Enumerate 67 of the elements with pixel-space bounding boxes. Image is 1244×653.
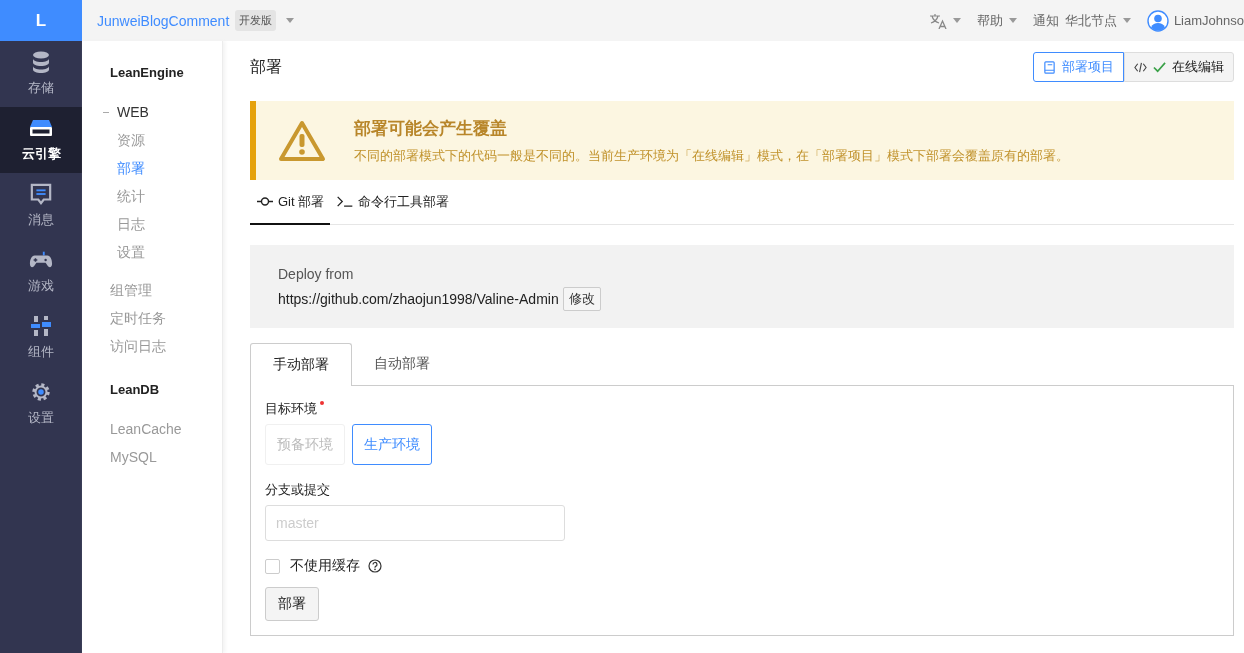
logo[interactable]: L: [0, 0, 82, 41]
nav-item[interactable]: 统计: [110, 182, 222, 210]
rail-label: 存储: [28, 79, 54, 97]
caret-icon[interactable]: [286, 18, 295, 23]
code-icon: [1134, 60, 1147, 74]
environment-option[interactable]: 生产环境: [352, 424, 432, 465]
nav-item[interactable]: LeanCache: [110, 415, 222, 443]
caret-icon[interactable]: [1122, 18, 1131, 23]
top-menu-item[interactable]: 帮助: [976, 11, 1003, 30]
checkbox-label: 不使用缓存: [290, 557, 360, 575]
tab[interactable]: 自动部署: [352, 343, 452, 386]
deploy-from-label: Deploy from: [278, 266, 355, 282]
page-title: 部署: [250, 56, 282, 77]
nav-item[interactable]: 定时任务: [110, 304, 222, 332]
rail-label: 消息: [28, 211, 54, 229]
tab[interactable]: 手动部署: [250, 343, 352, 386]
avatar-icon[interactable]: [1146, 9, 1169, 32]
tab[interactable]: Git 部署: [250, 180, 331, 225]
component-icon: [29, 315, 53, 337]
rail-item[interactable]: 游戏: [0, 239, 82, 305]
mode-button[interactable]: 部署项目: [1033, 52, 1124, 82]
nav-section-title: LeanEngine: [110, 65, 185, 80]
nav-item[interactable]: WEB: [117, 104, 149, 120]
rail-item[interactable]: 设置: [0, 371, 82, 437]
checkbox[interactable]: [265, 558, 280, 574]
rail-item[interactable]: 云引擎: [0, 107, 82, 173]
settings-icon: [29, 381, 53, 403]
nav-item[interactable]: 资源: [110, 126, 222, 154]
nav-item[interactable]: 部署: [110, 154, 222, 182]
nav-item[interactable]: 日志: [110, 210, 222, 238]
field-label: 分支或提交: [265, 481, 331, 499]
repo-url: https://github.com/zhaojun1998/Valine-Admin: [278, 291, 559, 307]
rail-label: 云引擎: [21, 145, 61, 163]
warning-icon: [278, 119, 326, 162]
mode-button[interactable]: 在线编辑: [1124, 52, 1234, 82]
translate-icon[interactable]: [928, 12, 947, 29]
app-name[interactable]: JunweiBlogComment: [97, 12, 230, 29]
edit-button[interactable]: 修改: [562, 287, 601, 311]
user-name[interactable]: LiamJohnso: [1173, 13, 1244, 28]
alert-text: 不同的部署模式下的代码一般是不同的。当前生产环境为「在线编辑」模式，在「部署项目」模式下部署会覆盖原有的部署。: [354, 146, 1069, 165]
nav-section-title: LeanDB: [110, 382, 161, 397]
field-label: 目标环境: [265, 400, 317, 418]
rail-item[interactable]: 消息: [0, 173, 82, 239]
caret-icon[interactable]: [1008, 18, 1017, 23]
help-icon[interactable]: [368, 559, 382, 573]
alert-title: 部署可能会产生覆盖: [354, 117, 508, 140]
terminal-icon: [336, 196, 355, 207]
rail-label: 设置: [28, 409, 54, 427]
rail-label: 游戏: [28, 277, 54, 295]
rail-item[interactable]: 存储: [0, 41, 82, 107]
commit-icon: [256, 196, 274, 207]
nav-item[interactable]: 访问日志: [110, 332, 222, 360]
nav-item[interactable]: MySQL: [110, 443, 222, 471]
top-menu-item[interactable]: 华北节点: [1064, 11, 1117, 30]
message-icon: [29, 183, 53, 205]
rail-label: 组件: [28, 343, 54, 361]
caret-icon[interactable]: [952, 18, 961, 23]
version-badge: 开发版: [235, 10, 277, 31]
book-icon: [1043, 60, 1056, 74]
nav-item[interactable]: 设置: [110, 238, 222, 266]
top-menu-item[interactable]: 通知: [1032, 11, 1059, 30]
tab[interactable]: 命令行工具部署: [330, 180, 456, 225]
check-icon: [1153, 60, 1166, 74]
deploy-button[interactable]: 部署: [265, 587, 319, 621]
nav-item[interactable]: 组管理: [110, 276, 222, 304]
server-icon: [29, 117, 53, 139]
rail-item[interactable]: 组件: [0, 305, 82, 371]
